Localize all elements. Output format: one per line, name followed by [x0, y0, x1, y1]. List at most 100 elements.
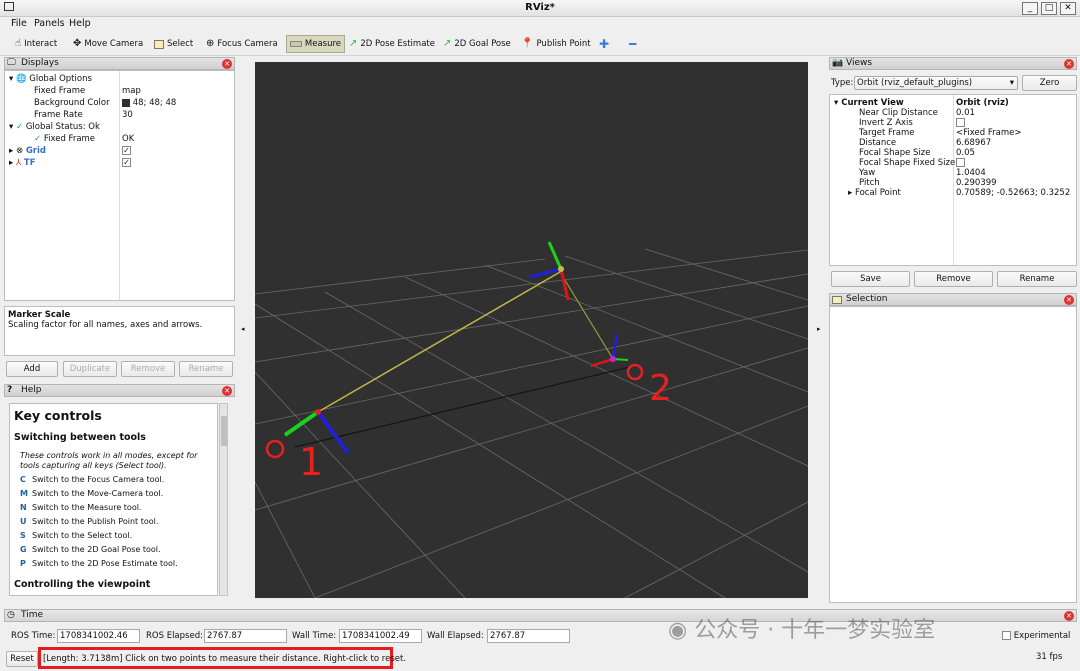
remove-display-button[interactable]: Remove	[121, 361, 175, 377]
remove-tool-button[interactable]: ━	[626, 35, 639, 53]
camera-icon: 📷	[832, 58, 844, 68]
row-frame-rate[interactable]: Frame Rate	[34, 109, 83, 121]
row-label: Frame Rate	[34, 110, 83, 120]
select-label: Select	[167, 39, 194, 49]
add-display-button[interactable]: Add	[6, 361, 58, 377]
close-icon[interactable]: ✕	[1064, 295, 1074, 305]
key-letter: U	[20, 517, 27, 526]
views-title: Views	[846, 58, 873, 68]
rename-display-button[interactable]: Rename	[179, 361, 233, 377]
experimental-checkbox[interactable]: Experimental	[1002, 631, 1070, 641]
interact-tool[interactable]: ☝ Interact	[12, 35, 60, 53]
key-desc: Switch to the Select tool.	[32, 531, 133, 540]
remove-view-button[interactable]: Remove	[914, 271, 993, 287]
wall-elapsed-field[interactable]: 2767.87	[487, 629, 570, 643]
menu-help[interactable]: Help	[69, 18, 91, 29]
add-tool-button[interactable]: ✚	[596, 35, 612, 53]
help-title: Help	[21, 385, 42, 395]
scrollbar-thumb[interactable]	[221, 416, 227, 446]
collapse-right-icon[interactable]: ▸	[817, 325, 821, 333]
ros-elapsed-field[interactable]: 2767.87	[204, 629, 287, 643]
select-tool[interactable]: Select	[151, 35, 196, 53]
key-row: P Switch to the 2D Pose Estimate tool.	[20, 558, 178, 569]
key-row: M Switch to the Move-Camera tool.	[20, 488, 163, 499]
tree-row-global-status[interactable]: ▾ ✓ Global Status: Ok	[9, 121, 100, 133]
ros-elapsed-label: ROS Elapsed:	[146, 631, 203, 641]
fps-readout: 31 fps	[1036, 652, 1063, 662]
dropdown-arrow-icon: ▾	[1009, 78, 1014, 88]
grid-checkbox[interactable]: ✓	[122, 145, 131, 157]
close-icon[interactable]: ✕	[1064, 611, 1074, 621]
pose-estimate-label: 2D Pose Estimate	[360, 39, 435, 49]
prop-value[interactable]: 0.70589; -0.52663; 0.3252	[956, 187, 1070, 199]
minimize-button[interactable]: _	[1022, 2, 1038, 15]
save-view-button[interactable]: Save	[831, 271, 910, 287]
view-type-select[interactable]: Orbit (rviz_default_plugins) ▾	[854, 76, 1018, 90]
key-letter: S	[20, 531, 26, 540]
menu-file[interactable]: File	[11, 18, 27, 29]
question-icon: ?	[7, 385, 13, 395]
select-icon	[154, 39, 164, 49]
interact-label: Interact	[24, 39, 58, 49]
globe-icon: 🌐	[15, 74, 27, 84]
help-subheading: Controlling the viewpoint	[14, 579, 151, 590]
close-icon[interactable]: ✕	[1064, 59, 1074, 69]
publish-point-tool[interactable]: 📍 Publish Point	[518, 35, 594, 53]
tree-row-grid[interactable]: ▸ ⊗ Grid	[9, 145, 46, 157]
value-fixed-frame[interactable]: map	[122, 85, 141, 97]
goal-pose-tool[interactable]: ↗ 2D Goal Pose	[440, 35, 514, 53]
maximize-button[interactable]: □	[1041, 2, 1057, 15]
displays-header: 🖵 Displays ✕	[4, 57, 235, 70]
ros-time-label: ROS Time:	[11, 631, 56, 641]
duplicate-display-button[interactable]: Duplicate	[63, 361, 117, 377]
monitor-icon: 🖵	[7, 58, 16, 68]
row-label: Background Color	[34, 98, 110, 108]
focus-icon: ⊕	[206, 38, 215, 49]
collapse-left-icon[interactable]: ◂	[241, 325, 245, 333]
collapse-arrow-icon: ▸	[9, 158, 14, 168]
close-button[interactable]: ✕	[1060, 2, 1076, 15]
key-desc: Switch to the 2D Goal Pose tool.	[32, 545, 161, 554]
close-icon[interactable]: ✕	[222, 386, 232, 396]
help-header: ? Help ✕	[4, 384, 235, 397]
menu-panels[interactable]: Panels	[34, 18, 65, 29]
focal-point-row[interactable]: ▸ Focal Point	[848, 187, 901, 199]
key-letter: C	[20, 475, 26, 484]
selection-header: Selection ✕	[829, 293, 1077, 306]
grid-floor	[255, 248, 808, 598]
help-scrollbar[interactable]	[219, 403, 228, 596]
tf-checkbox[interactable]: ✓	[122, 157, 131, 169]
checkbox-mark: ✓	[122, 158, 131, 167]
tree-row-global-options[interactable]: ▾ 🌐 Global Options	[9, 73, 92, 85]
key-row: N Switch to the Measure tool.	[20, 502, 141, 513]
row-background-color[interactable]: Background Color	[34, 97, 110, 109]
rename-view-button[interactable]: Rename	[997, 271, 1077, 287]
scene-svg[interactable]: 1 2	[255, 62, 808, 598]
row-label: Fixed Frame	[34, 86, 86, 96]
close-icon[interactable]: ✕	[222, 59, 232, 69]
ros-time-field[interactable]: 1708341002.46	[57, 629, 140, 643]
expand-arrow-icon: ▾	[9, 122, 14, 132]
experimental-label: Experimental	[1013, 631, 1071, 641]
render-viewport[interactable]: 1 2	[255, 62, 808, 598]
move-camera-tool[interactable]: ✥ Move Camera	[70, 35, 146, 53]
move-camera-label: Move Camera	[84, 39, 144, 49]
value-frame-rate[interactable]: 30	[122, 109, 133, 121]
focus-camera-tool[interactable]: ⊕ Focus Camera	[203, 35, 281, 53]
checkmark-icon: ✓	[34, 134, 42, 144]
row-label: Grid	[25, 146, 46, 156]
measure-tool[interactable]: Measure	[286, 35, 345, 53]
green-arrow-icon: ↗	[443, 38, 452, 49]
key-desc: Switch to the Focus Camera tool.	[32, 475, 165, 484]
row-status-fixed-frame[interactable]: ✓ Fixed Frame	[34, 133, 95, 145]
row-fixed-frame[interactable]: Fixed Frame	[34, 85, 85, 97]
green-arrow-icon: ↗	[349, 38, 358, 49]
wall-time-field[interactable]: 1708341002.49	[339, 629, 422, 643]
value-background-color[interactable]: 48; 48; 48	[122, 97, 176, 109]
point-1-marker	[265, 439, 285, 459]
menu-bar: File Panels Help	[0, 17, 1080, 32]
pose-estimate-tool[interactable]: ↗ 2D Pose Estimate	[346, 35, 438, 53]
reset-button[interactable]: Reset	[6, 651, 38, 667]
zero-button[interactable]: Zero	[1022, 75, 1077, 91]
tree-row-tf[interactable]: ▸ ⅄ TF	[9, 157, 36, 169]
